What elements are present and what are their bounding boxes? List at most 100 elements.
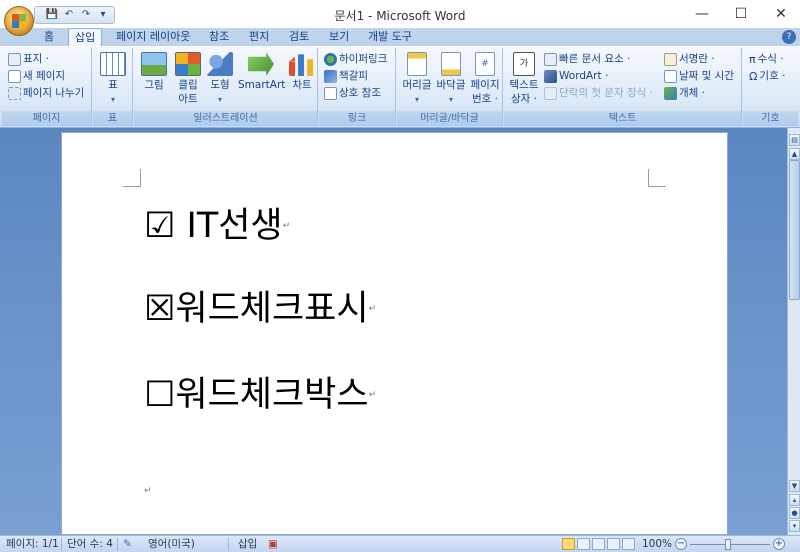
undo-icon[interactable]: ↶ — [62, 8, 76, 22]
proofing-icon[interactable]: ✎ — [123, 537, 132, 552]
web-layout-view-icon[interactable] — [592, 538, 605, 550]
group-pages: 표지 · 새 페이지 페이지 나누기 페이지 — [2, 48, 92, 126]
status-separator — [117, 538, 118, 551]
dropcap-icon — [544, 87, 557, 100]
group-illustrations-label: 일러스트레이션 — [134, 111, 317, 126]
print-layout-view-icon[interactable] — [562, 538, 575, 550]
chart-button[interactable]: 차트 — [284, 52, 320, 92]
tab-page-layout[interactable]: 페이지 레이아웃 — [110, 28, 196, 46]
document-line-3[interactable]: ☐워드체크박스↵ — [144, 375, 376, 415]
document-line-1[interactable]: ☑ IT선생↵ — [144, 206, 290, 246]
ribbon: 표지 · 새 페이지 페이지 나누기 페이지 표 ▾ 표 그림 클립 아트 도형… — [0, 46, 800, 128]
shapes-button[interactable]: 도형 ▾ — [202, 52, 238, 107]
group-text: 가 텍스트 상자 · 빠른 문서 요소 · WordArt · 단락의 첫 문자 … — [504, 48, 742, 126]
quickparts-icon — [544, 53, 557, 66]
zoom-slider-thumb[interactable] — [725, 539, 731, 550]
header-button[interactable]: 머리글 ▾ — [399, 52, 435, 107]
tab-developer[interactable]: 개발 도구 — [362, 28, 418, 46]
datetime-button[interactable]: 날짜 및 시간 — [664, 68, 734, 85]
header-icon — [407, 52, 427, 76]
table-button[interactable]: 표 ▾ — [95, 52, 131, 107]
blank-page-button[interactable]: 새 페이지 — [8, 68, 65, 85]
previous-page-icon[interactable]: ▴ — [789, 494, 800, 506]
maximize-button[interactable]: ☐ — [722, 0, 760, 28]
browse-object-icon[interactable]: ● — [789, 507, 800, 519]
status-bar: 페이지: 1/1 단어 수: 4 ✎ 영어(미국) 삽입 ▣ 100% − + — [0, 535, 800, 552]
outline-view-icon[interactable] — [607, 538, 620, 550]
hyperlink-icon — [324, 53, 337, 66]
status-separator — [228, 538, 229, 551]
draft-view-icon[interactable] — [622, 538, 635, 550]
group-text-label: 텍스트 — [504, 111, 741, 126]
cover-page-icon — [8, 53, 21, 66]
scroll-thumb[interactable] — [789, 160, 800, 300]
zoom-level[interactable]: 100% — [642, 537, 672, 552]
minimize-button[interactable]: — — [683, 0, 721, 28]
tab-mailings[interactable]: 편지 — [243, 28, 275, 46]
quickparts-button[interactable]: 빠른 문서 요소 · — [544, 51, 630, 68]
scroll-up-icon[interactable]: ▲ — [789, 148, 800, 160]
group-symbols: π 수식 · Ω 기호 · 기호 — [743, 48, 798, 126]
page-number-button[interactable]: # 페이지 번호 · — [467, 52, 503, 106]
paragraph-mark-icon: ↵ — [144, 486, 152, 496]
cover-page-button[interactable]: 표지 · — [8, 51, 49, 68]
page-break-button[interactable]: 페이지 나누기 — [8, 85, 84, 102]
bookmark-button[interactable]: 책갈피 — [324, 68, 368, 85]
tab-references[interactable]: 참조 — [203, 28, 235, 46]
dropcap-button[interactable]: 단락의 첫 문자 장식 · — [544, 85, 653, 102]
crossref-icon — [324, 87, 337, 100]
signature-line-button[interactable]: 서명란 · — [664, 51, 715, 68]
status-page[interactable]: 페이지: 1/1 — [6, 537, 59, 552]
shapes-icon — [207, 52, 233, 76]
table-icon — [100, 52, 126, 76]
status-separator — [61, 538, 62, 551]
tab-insert[interactable]: 삽입 — [68, 28, 103, 46]
save-icon[interactable]: 💾 — [45, 8, 59, 22]
next-page-icon[interactable]: ▾ — [789, 520, 800, 532]
smartart-button[interactable]: SmartArt — [238, 52, 285, 92]
redo-icon[interactable]: ↷ — [79, 8, 93, 22]
status-insert-mode[interactable]: 삽입 — [238, 537, 257, 552]
vertical-scrollbar[interactable]: ▤ ▲ ▼ ▴ ● ▾ — [787, 128, 800, 535]
signature-icon — [664, 53, 677, 66]
full-screen-reading-view-icon[interactable] — [577, 538, 590, 550]
help-icon[interactable]: ? — [782, 30, 796, 44]
textbox-button[interactable]: 가 텍스트 상자 · — [506, 52, 542, 106]
document-empty-line[interactable]: ↵ — [144, 485, 152, 497]
customize-qat-icon[interactable]: ▾ — [96, 8, 110, 22]
tab-view[interactable]: 보기 — [323, 28, 355, 46]
group-links: 하이퍼링크 책갈피 상호 참조 링크 — [319, 48, 396, 126]
tab-home[interactable]: 홈 — [38, 28, 60, 46]
paragraph-mark-icon: ↵ — [282, 221, 291, 231]
close-button[interactable]: ✕ — [762, 0, 800, 28]
symbol-button[interactable]: Ω 기호 · — [749, 68, 785, 85]
document-line-2[interactable]: ☒워드체크표시↵ — [144, 289, 376, 329]
crossref-button[interactable]: 상호 참조 — [324, 85, 381, 102]
footer-button[interactable]: 바닥글 ▾ — [433, 52, 469, 107]
zoom-in-button[interactable]: + — [773, 538, 785, 550]
hyperlink-button[interactable]: 하이퍼링크 — [324, 51, 387, 68]
scroll-down-icon[interactable]: ▼ — [789, 480, 800, 492]
chart-icon — [289, 54, 314, 76]
footer-icon — [441, 52, 461, 76]
document-area: ☑ IT선생↵ ☒워드체크표시↵ ☐워드체크박스↵ ↵ — [0, 128, 787, 535]
wordart-icon — [544, 70, 557, 83]
paragraph-mark-icon: ↵ — [368, 390, 377, 400]
object-icon — [664, 87, 677, 100]
office-button[interactable] — [4, 6, 34, 36]
picture-button[interactable]: 그림 — [136, 52, 172, 92]
status-language[interactable]: 영어(미국) — [148, 537, 195, 552]
paragraph-mark-icon: ↵ — [368, 304, 377, 314]
wordart-button[interactable]: WordArt · — [544, 68, 608, 85]
clipart-button[interactable]: 클립 아트 — [170, 52, 206, 106]
document-page[interactable]: ☑ IT선생↵ ☒워드체크표시↵ ☐워드체크박스↵ ↵ — [61, 132, 728, 535]
zoom-out-button[interactable]: − — [675, 538, 687, 550]
margin-corner-top-left — [123, 169, 141, 187]
group-header-footer: 머리글 ▾ 바닥글 ▾ # 페이지 번호 · 머리글/바닥글 — [397, 48, 503, 126]
status-words[interactable]: 단어 수: 4 — [67, 537, 113, 552]
macro-record-icon[interactable]: ▣ — [268, 537, 278, 552]
equation-button[interactable]: π 수식 · — [749, 51, 784, 68]
tab-review[interactable]: 검토 — [283, 28, 315, 46]
ruler-toggle-icon[interactable]: ▤ — [789, 134, 800, 146]
object-button[interactable]: 개체 · — [664, 85, 705, 102]
